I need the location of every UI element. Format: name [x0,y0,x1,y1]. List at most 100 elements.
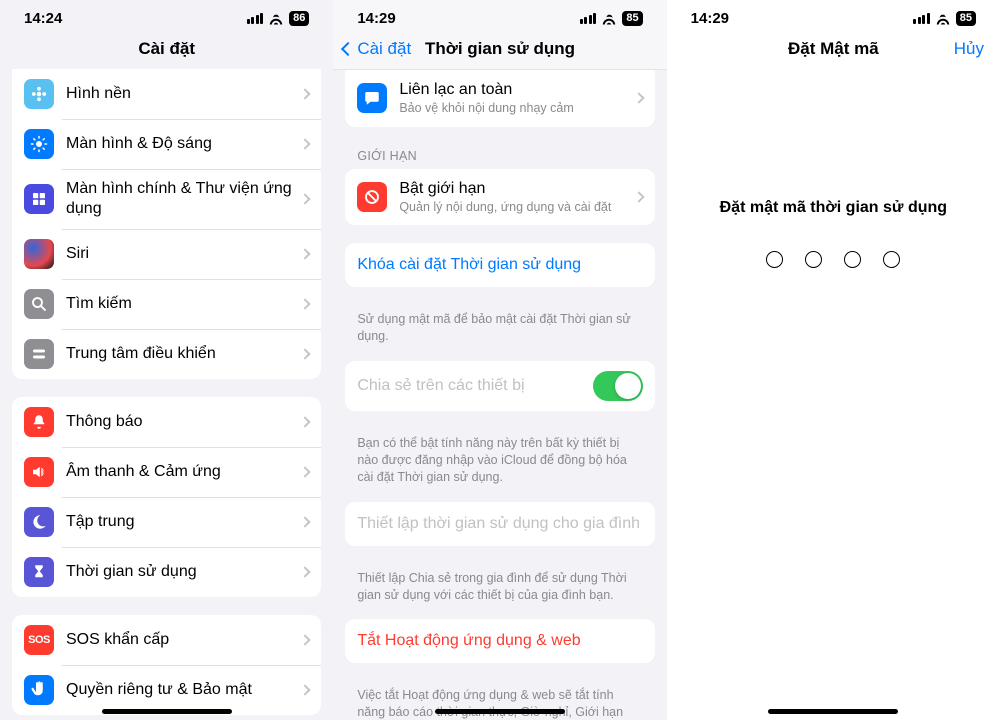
turnoff-note: Việc tắt Hoạt động ứng dụng & web sẽ tắt… [333,681,666,720]
group-lock: Khóa cài đặt Thời gian sử dụng [345,243,654,287]
message-warning-icon [357,83,387,113]
wifi-icon [268,13,284,25]
row-privacy[interactable]: Quyền riêng tư & Bảo mật [12,665,321,715]
row-brightness[interactable]: Màn hình & Độ sáng [12,119,321,169]
group-limits: Bật giới hạnQuản lý nội dung, ứng dụng v… [345,169,654,226]
chevron-right-icon [300,138,311,149]
passcode-dot [883,251,900,268]
passcode-dots [766,251,900,268]
cancel-button[interactable]: Hủy [954,39,984,59]
no-entry-icon [357,182,387,212]
page-title: Đặt Mật mã [788,39,879,59]
row-search[interactable]: Tìm kiếm [12,279,321,329]
section-header-limits: GIỚI HẠN [333,145,666,169]
chevron-back-icon [341,42,355,56]
passcode-dot [844,251,861,268]
chevron-right-icon [300,466,311,477]
chevron-right-icon [300,516,311,527]
chevron-right-icon [300,193,311,204]
passcode-dot [805,251,822,268]
row-enable-limits[interactable]: Bật giới hạnQuản lý nội dung, ứng dụng v… [345,169,654,226]
chevron-right-icon [300,348,311,359]
battery-icon: 86 [289,11,309,26]
page-title: Thời gian sử dụng [425,39,575,59]
chevron-right-icon [300,416,311,427]
row-control-center[interactable]: Trung tâm điều khiển [12,329,321,379]
row-screentime[interactable]: Thời gian sử dụng [12,547,321,597]
chevron-right-icon [300,248,311,259]
page-title: Cài đặt [138,39,195,59]
back-button[interactable]: Cài đặt [343,39,411,59]
home-indicator[interactable] [768,709,898,714]
toggles-icon [24,339,54,369]
chevron-right-icon [633,93,644,104]
group-privacy: SOSSOS khẩn cấp Quyền riêng tư & Bảo mật [12,615,321,715]
share-toggle[interactable] [593,371,643,401]
row-title: Bật giới hạn [399,179,626,199]
row-turn-off-activity[interactable]: Tắt Hoạt động ứng dụng & web [345,619,654,663]
nav-bar: Cài đặt Thời gian sử dụng [333,31,666,70]
speaker-icon [24,457,54,487]
screentime-screen: 14:29 85 Cài đặt Thời gian sử dụng Liên … [333,0,666,720]
group-family: Thiết lập thời gian sử dụng cho gia đình [345,502,654,546]
group-comm-safety: Liên lạc an toànBảo vệ khỏi nội dung nhạ… [345,70,654,127]
passcode-dot [766,251,783,268]
chevron-right-icon [300,684,311,695]
flower-icon [24,79,54,109]
row-lock-settings[interactable]: Khóa cài đặt Thời gian sử dụng [345,243,654,287]
home-indicator[interactable] [102,709,232,714]
chevron-right-icon [300,634,311,645]
status-bar: 14:24 86 [0,0,333,31]
nav-bar: Đặt Mật mã Hủy [667,31,1000,69]
family-note: Thiết lập Chia sẻ trong gia đình để sử d… [333,564,666,604]
row-sounds[interactable]: Âm thanh & Cảm ứng [12,447,321,497]
row-homescreen[interactable]: Màn hình chính & Thư viện ứng dụng [12,169,321,229]
grid-icon [24,184,54,214]
status-bar: 14:29 85 [667,0,1000,31]
row-notifications[interactable]: Thông báo [12,397,321,447]
passcode-screen: 14:29 85 Đặt Mật mã Hủy Đặt mật mã thời … [667,0,1000,720]
status-bar: 14:29 85 [333,0,666,31]
home-indicator[interactable] [435,709,565,714]
row-title: Liên lạc an toàn [399,80,626,100]
row-wallpaper[interactable]: Hình nền [12,69,321,119]
wifi-icon [935,13,951,25]
row-subtitle: Quản lý nội dung, ứng dụng và cài đặt [399,200,626,216]
sos-icon: SOS [24,625,54,655]
chevron-right-icon [300,88,311,99]
nav-bar: Cài đặt [0,31,333,69]
hourglass-icon [24,557,54,587]
chevron-right-icon [633,191,644,202]
battery-icon: 85 [622,11,642,26]
moon-icon [24,507,54,537]
group-notifications: Thông báo Âm thanh & Cảm ứng Tập trung T… [12,397,321,597]
chevron-right-icon [300,298,311,309]
siri-icon [24,239,54,269]
cellular-icon [580,13,597,24]
group-turnoff: Tắt Hoạt động ứng dụng & web [345,619,654,663]
wifi-icon [601,13,617,25]
passcode-content: Đặt mật mã thời gian sử dụng [667,69,1000,720]
row-comm-safety[interactable]: Liên lạc an toànBảo vệ khỏi nội dung nhạ… [345,70,654,127]
row-focus[interactable]: Tập trung [12,497,321,547]
row-siri[interactable]: Siri [12,229,321,279]
row-sos[interactable]: SOSSOS khẩn cấp [12,615,321,665]
row-family-setup[interactable]: Thiết lập thời gian sử dụng cho gia đình [345,502,654,546]
group-share: Chia sẻ trên các thiết bị [345,361,654,411]
content[interactable]: Liên lạc an toànBảo vệ khỏi nội dung nhạ… [333,70,666,720]
bell-icon [24,407,54,437]
content[interactable]: Hình nền Màn hình & Độ sáng Màn hình chí… [0,69,333,720]
hand-icon [24,675,54,705]
share-note: Bạn có thể bật tính năng này trên bất kỳ… [333,429,666,486]
passcode-prompt: Đặt mật mã thời gian sử dụng [720,199,947,217]
chevron-right-icon [300,566,311,577]
row-subtitle: Bảo vệ khỏi nội dung nhạy cảm [399,101,626,117]
search-icon [24,289,54,319]
clock: 14:29 [357,10,395,27]
cellular-icon [913,13,930,24]
sun-icon [24,129,54,159]
cellular-icon [247,13,264,24]
row-share-devices[interactable]: Chia sẻ trên các thiết bị [345,361,654,411]
battery-icon: 85 [956,11,976,26]
clock: 14:24 [24,10,62,27]
